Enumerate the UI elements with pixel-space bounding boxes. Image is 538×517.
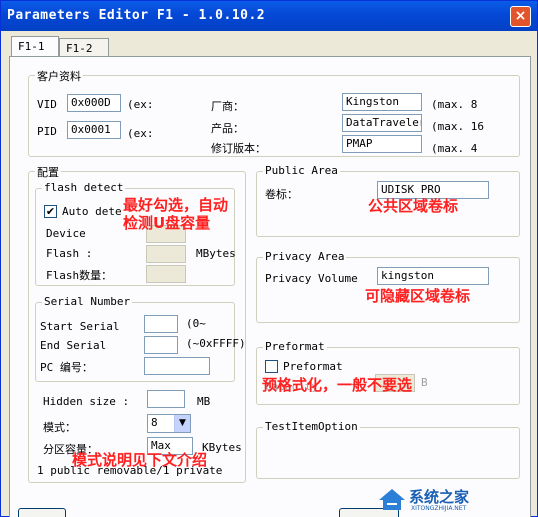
customer-group-title: 客户资料: [35, 68, 83, 84]
test-item-group: TestItemOption: [256, 420, 520, 479]
auto-detect-label: Auto dete: [62, 205, 122, 218]
end-serial-hint: (~0xFFFF): [186, 337, 246, 350]
pid-hint: (ex:: [127, 127, 154, 140]
vendor-label: 厂商：: [211, 100, 244, 113]
mode-select-value: 8: [151, 416, 158, 429]
hidden-size-field[interactable]: [147, 390, 185, 408]
flash-label: Flash :: [46, 247, 93, 260]
pc-number-label: PC 编号：: [40, 361, 93, 374]
privacy-volume-label: Privacy Volume: [265, 272, 358, 285]
capacity-unit: B: [421, 376, 428, 389]
window-title: Parameters Editor F1 - 1.0.10.2: [7, 8, 266, 23]
vendor-field[interactable]: Kingston: [342, 93, 422, 111]
privacy-volume-field[interactable]: kingston: [377, 267, 489, 285]
parameters-editor-window: Parameters Editor F1 - 1.0.10.2 × F1-1 F…: [0, 0, 538, 517]
hidden-size-unit: MB: [197, 395, 211, 408]
serial-number-group: Serial Number Start Serial (0~ End Seria…: [35, 295, 246, 382]
pid-field[interactable]: 0x0001: [67, 121, 121, 139]
watermark-logo: 系统之家 XITONGZHIJIA.NET: [377, 486, 517, 514]
revision-max: (max. 4: [431, 142, 478, 155]
mode-select[interactable]: 8 ▼: [147, 414, 191, 433]
product-field[interactable]: DataTraveler: [342, 114, 422, 132]
end-serial-label: End Serial: [40, 339, 107, 352]
preformat-checkbox-label: Preformat: [283, 360, 343, 373]
auto-detect-checkbox[interactable]: ✔: [44, 205, 57, 218]
title-bar[interactable]: Parameters Editor F1 - 1.0.10.2 ×: [1, 1, 537, 31]
product-max: (max. 16: [431, 120, 484, 133]
product-label: 产品：: [211, 122, 244, 135]
flash-count-label: Flash数量：: [46, 269, 113, 282]
tab-f1-1[interactable]: F1-1: [11, 36, 59, 58]
customer-group: 客户资料 VID 0x000D (ex: PID 0x0001 (ex: 厂商：…: [28, 68, 520, 157]
volume-label-label: 卷标：: [265, 188, 298, 201]
config-group-title: 配置: [35, 164, 61, 180]
close-button[interactable]: ×: [510, 6, 531, 27]
vid-field[interactable]: 0x000D: [67, 94, 121, 112]
hidden-size-label: Hidden size :: [43, 395, 130, 408]
watermark-text: 系统之家: [409, 488, 470, 506]
pid-label: PID: [37, 125, 57, 138]
start-serial-hint: (0~: [186, 317, 206, 330]
flash-count-field: [146, 265, 186, 283]
flash-annotation-2: 检测U盘容量: [123, 214, 211, 232]
serial-number-title: Serial Number: [42, 295, 133, 308]
revision-label: 修订版本：: [211, 142, 266, 155]
device-label: Device: [46, 227, 86, 240]
preformat-annotation: 预格式化，一般不要选: [262, 376, 413, 394]
mode-annotation: 模式说明见下文介绍: [72, 451, 208, 469]
house-logo-icon: [379, 489, 405, 510]
start-serial-label: Start Serial: [40, 320, 120, 333]
flash-detect-title: flash detect: [42, 181, 126, 194]
pc-number-field[interactable]: [144, 357, 210, 375]
privacy-area-title: Privacy Area: [263, 250, 347, 263]
vendor-max: (max. 8: [431, 98, 478, 111]
mode-label: 模式：: [43, 421, 76, 434]
public-annotation: 公共区域卷标: [368, 197, 459, 215]
vid-hint: (ex:: [127, 98, 154, 111]
vid-label: VID: [37, 98, 57, 111]
tab-panel: 客户资料 VID 0x000D (ex: PID 0x0001 (ex: 厂商：…: [9, 56, 531, 517]
chevron-down-icon[interactable]: ▼: [174, 415, 190, 432]
revision-field[interactable]: PMAP: [342, 135, 422, 153]
partition-unit: KBytes: [202, 441, 242, 454]
preformat-title: Preformat: [263, 340, 327, 353]
start-serial-field[interactable]: [144, 315, 178, 333]
bottom-left-button[interactable]: [18, 508, 66, 517]
watermark-subtext: XITONGZHIJIA.NET: [411, 505, 467, 512]
preformat-checkbox[interactable]: [265, 360, 278, 373]
test-item-title: TestItemOption: [263, 420, 360, 433]
flash-unit: MBytes: [196, 247, 236, 260]
end-serial-field[interactable]: [144, 336, 178, 354]
privacy-annotation: 可隐藏区域卷标: [365, 287, 471, 305]
tab-f1-2[interactable]: F1-2: [59, 38, 109, 58]
flash-size-field: [146, 245, 186, 263]
public-area-title: Public Area: [263, 164, 340, 177]
